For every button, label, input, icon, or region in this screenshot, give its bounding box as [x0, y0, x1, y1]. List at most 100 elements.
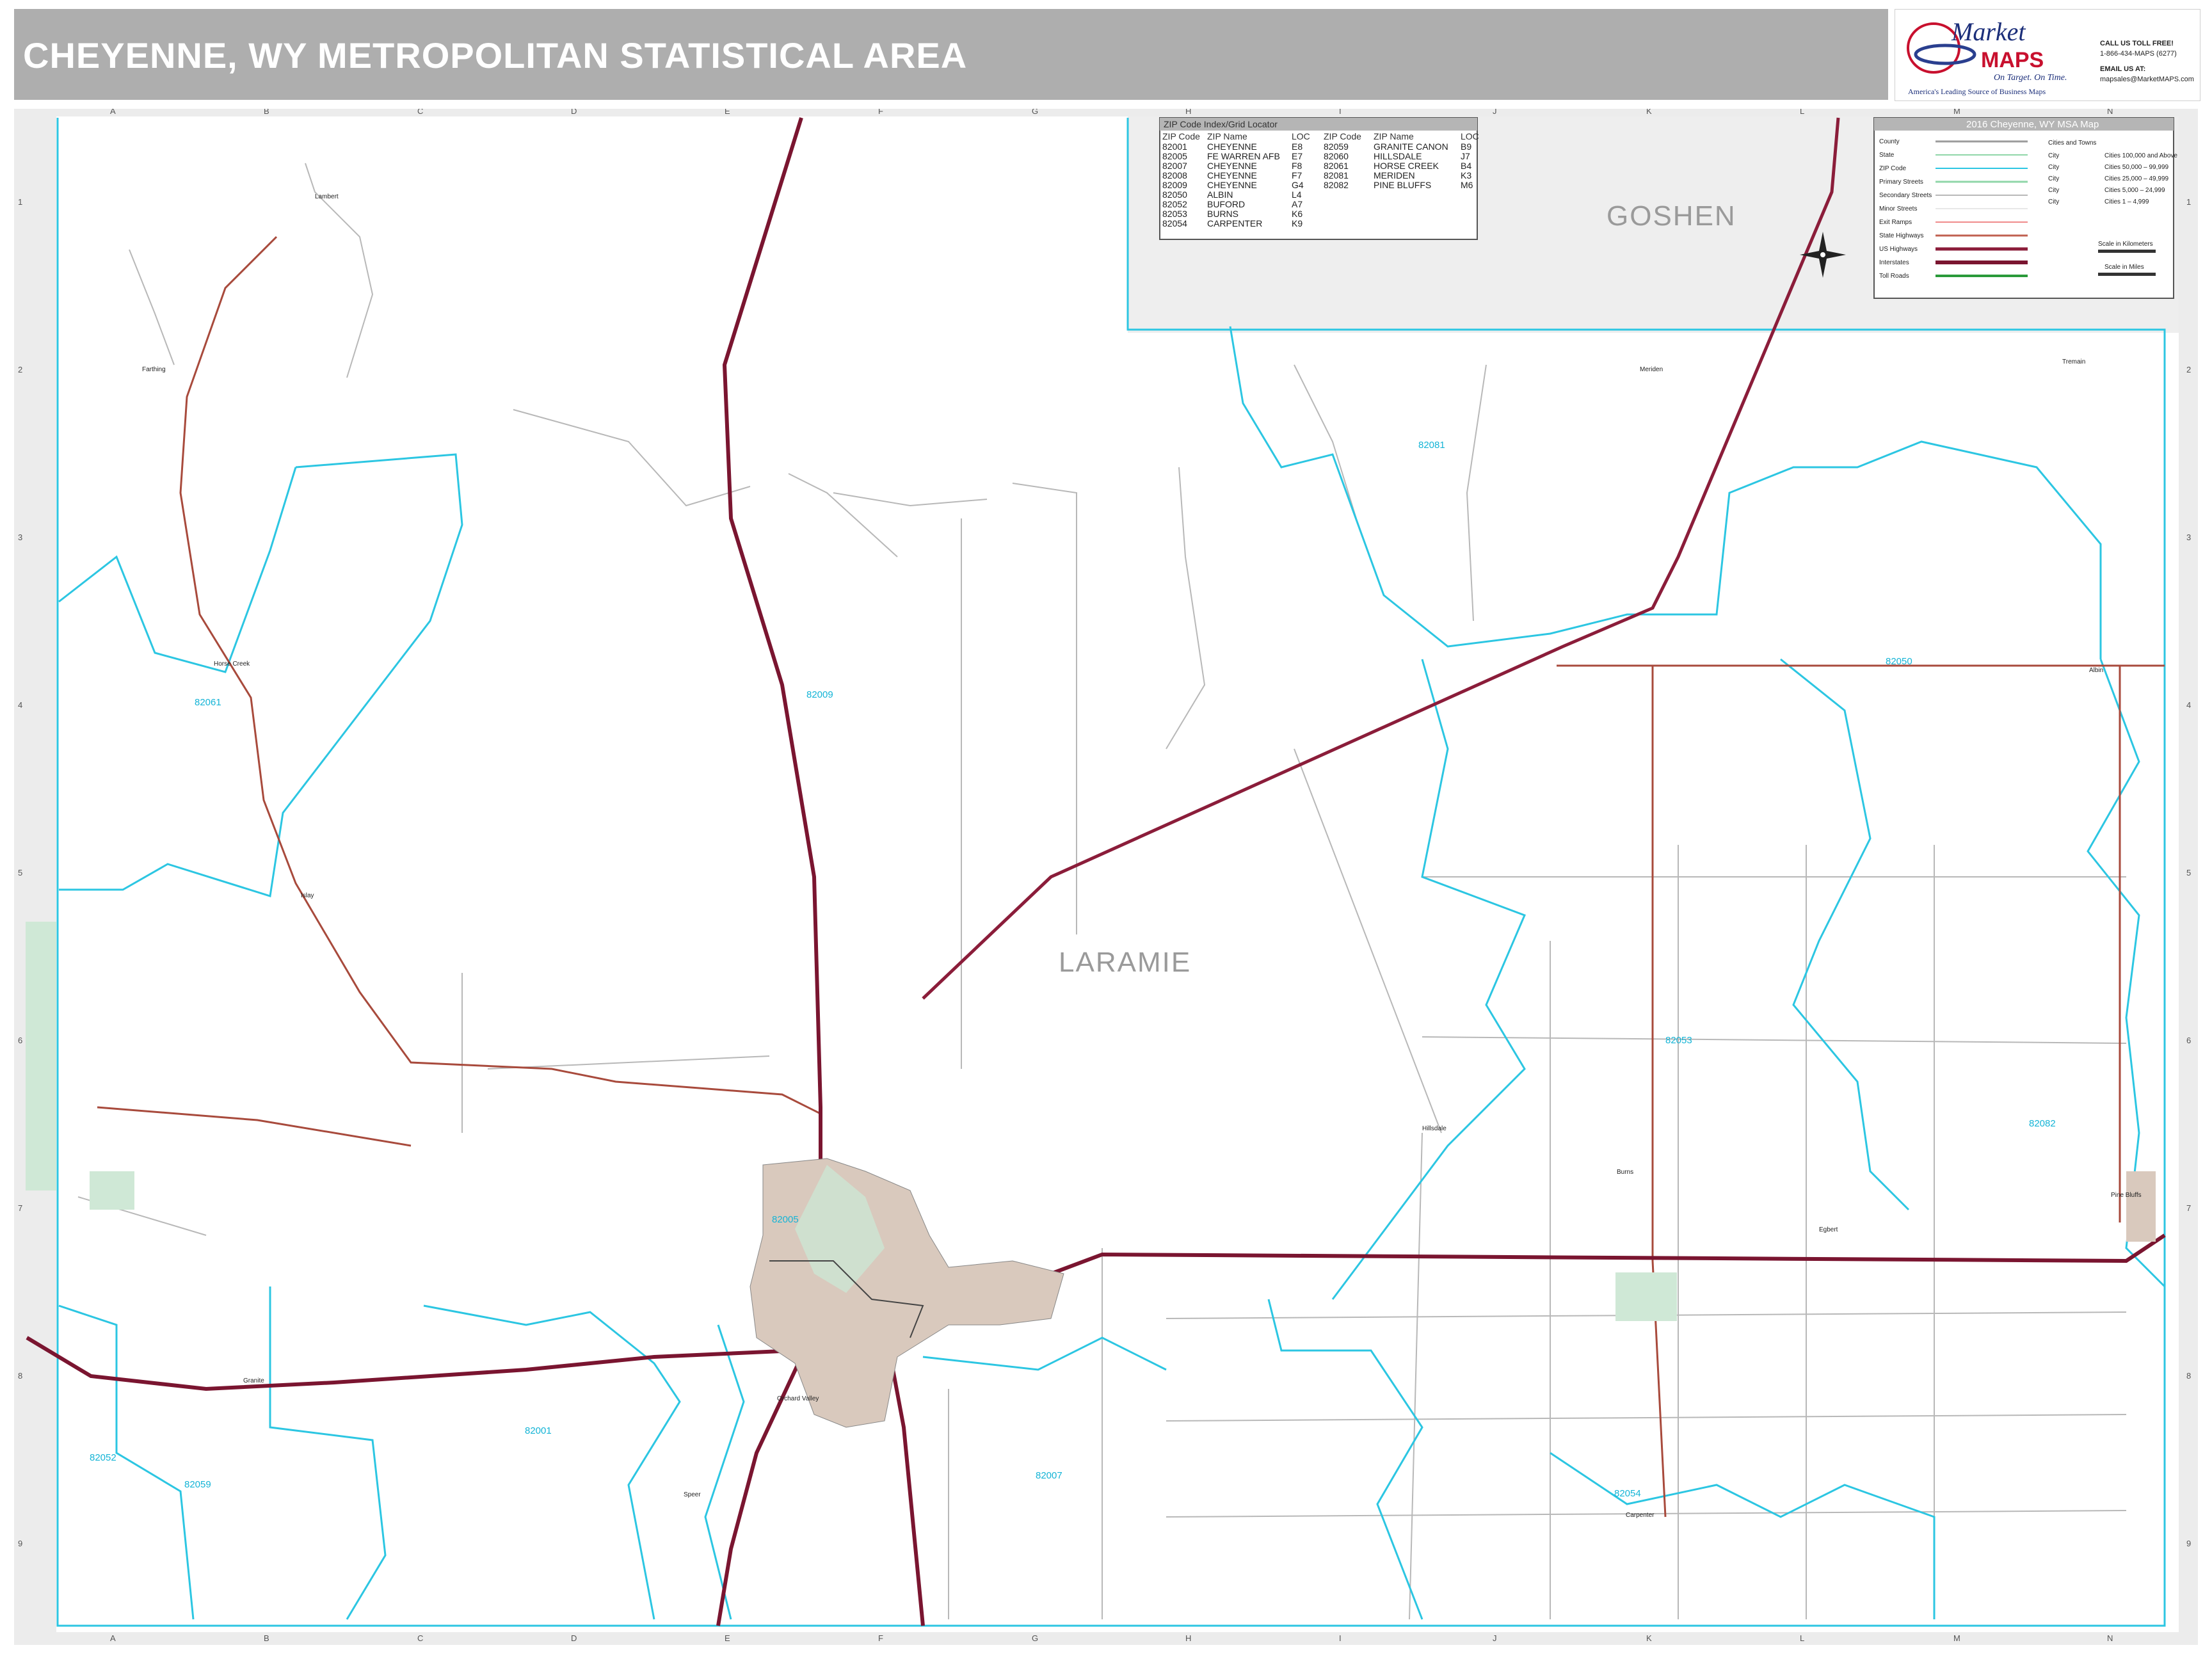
logo-email-label: EMAIL US AT: — [2100, 65, 2145, 73]
zip-index-cell: CHEYENNE — [1207, 180, 1257, 190]
zip-index-cell: L4 — [1292, 189, 1302, 200]
zip-index-cell: MERIDEN — [1374, 170, 1415, 180]
legend-item-label: ZIP Code — [1879, 165, 1906, 172]
legend-item-label: Minor Streets — [1879, 205, 1917, 212]
legend-item-label: Primary Streets — [1879, 179, 1923, 186]
zip-index-cell: BUFORD — [1207, 199, 1245, 209]
legend-item-label: Secondary Streets — [1879, 192, 1932, 199]
legend-city-word: City — [2048, 187, 2059, 194]
zip-index-header: ZIP Name — [1207, 131, 1247, 141]
zip-index-cell: 82009 — [1162, 180, 1187, 190]
map-frame[interactable]: A A B B C C D D E E F F G G H H I I J J K K L L M M N N 1 1 2 2 3 3 4 4 5 5 6… — [14, 109, 2198, 1645]
grid-row-label: 6 — [18, 1036, 22, 1045]
grid-row-label: 1 — [2186, 197, 2191, 207]
grid-column-label: N — [2107, 1633, 2113, 1643]
grid-column-label: M — [1953, 1633, 1960, 1643]
zip-index-cell: 82061 — [1324, 161, 1349, 171]
grid-column-label: J — [1493, 1633, 1497, 1643]
grid-column-label: A — [110, 109, 116, 116]
grid-column-label: G — [1032, 109, 1038, 116]
county-label-laramie: LARAMIE — [1059, 947, 1191, 978]
legend-scale-km: Scale in Kilometers — [2098, 241, 2153, 248]
grid-row-label: 7 — [18, 1203, 22, 1213]
grid-row-label: 5 — [18, 868, 22, 878]
logo-brand-bottom: MAPS — [1981, 48, 2044, 72]
zip-index-cell: M6 — [1461, 180, 1473, 190]
grid-column-label: K — [1646, 109, 1652, 116]
title-bar: CHEYENNE, WY METROPOLITAN STATISTICAL AR… — [14, 9, 1888, 100]
zip-label: 82054 — [1614, 1488, 1641, 1499]
map-legend: 2016 Cheyenne, WY MSA Map County State ZIP… — [1873, 117, 2177, 299]
legend-item-label: Toll Roads — [1879, 273, 1909, 280]
zip-label: 82007 — [1036, 1470, 1062, 1481]
grid-column-label: C — [417, 1633, 423, 1643]
legend-scale-mi: Scale in Miles — [2104, 264, 2144, 271]
town-label: Hillsdale — [1422, 1125, 1447, 1132]
town-label: Speer — [684, 1491, 701, 1498]
grid-row-label: 3 — [18, 533, 22, 542]
legend-city-class: Cities 5,000 – 24,999 — [2104, 187, 2165, 194]
logo-email: mapsales@MarketMAPS.com — [2100, 76, 2194, 83]
grid-row-label: 8 — [2186, 1371, 2191, 1381]
legend-item-label: US Highways — [1879, 246, 1918, 253]
grid-column-label: E — [725, 109, 730, 116]
zip-label: 82059 — [184, 1479, 211, 1490]
zip-index-cell: HORSE CREEK — [1374, 161, 1439, 171]
laramie-county-area — [56, 116, 2166, 1626]
town-label: Egbert — [1819, 1226, 1838, 1233]
logo-graphic: Market MAPS On Target. On Time. America'… — [1907, 17, 2194, 96]
zip-index-cell: 82060 — [1324, 151, 1349, 161]
zip-index-cell: 82054 — [1162, 218, 1187, 228]
grid-column-label: E — [725, 1633, 730, 1643]
zip-index-cell: G4 — [1292, 180, 1304, 190]
zip-index-cell: 82001 — [1162, 141, 1187, 152]
legend-city-class: Cities 50,000 – 99,999 — [2104, 164, 2169, 171]
town-label: Horse Creek — [214, 661, 250, 668]
town-label: Granite — [243, 1377, 264, 1384]
logo-brand-top: Market — [1951, 17, 2026, 46]
town-label: Tremain — [2062, 358, 2085, 365]
logo-slogan: America's Leading Source of Business Map… — [1908, 87, 2046, 96]
zip-label: 82009 — [806, 689, 833, 700]
zip-index-cell: B4 — [1461, 161, 1471, 171]
grid-row-label: 9 — [18, 1539, 22, 1548]
zip-index-cell: B9 — [1461, 141, 1471, 152]
grid-column-label: B — [264, 1633, 269, 1643]
zip-index-cell: 82052 — [1162, 199, 1187, 209]
legend-city-word: City — [2048, 198, 2059, 205]
grid-column-label: C — [417, 109, 423, 116]
zip-index-cell: K3 — [1461, 170, 1471, 180]
zip-index-cell: K9 — [1292, 218, 1302, 228]
zip-index-cell: GRANITE CANON — [1374, 141, 1448, 152]
zip-label: 82053 — [1665, 1035, 1692, 1046]
zip-index-cell: J7 — [1461, 151, 1470, 161]
legend-item-label: State Highways — [1879, 232, 1923, 239]
map-canvas[interactable]: A A B B C C D D E E F F G G H H I I J J K K L L M M N N 1 1 2 2 3 3 4 4 5 5 6… — [14, 109, 2198, 1645]
town-label: Orchard Valley — [777, 1395, 819, 1402]
legend-item-label: Interstates — [1879, 259, 1909, 266]
zip-index-cell: 82081 — [1324, 170, 1349, 180]
grid-column-label: J — [1493, 109, 1497, 116]
park-area — [26, 922, 56, 1190]
town-label: Lambert — [315, 193, 339, 200]
zip-index-cell: A7 — [1292, 199, 1302, 209]
zip-index-header: LOC — [1461, 131, 1479, 141]
grid-column-label: M — [1953, 109, 1960, 116]
town-label: Farthing — [142, 366, 166, 373]
grid-column-label: I — [1339, 109, 1342, 116]
grid-row-label: 9 — [2186, 1539, 2191, 1548]
zip-index-header: LOC — [1292, 131, 1310, 141]
zip-index-header: ZIP Code — [1162, 131, 1200, 141]
town-label: Meriden — [1640, 366, 1663, 373]
town-label: Carpenter — [1626, 1512, 1655, 1519]
logo-swoosh-icon — [1914, 44, 1976, 65]
town-label: Islay — [301, 892, 314, 899]
county-label-goshen: GOSHEN — [1607, 200, 1736, 232]
grid-column-label: G — [1032, 1633, 1038, 1643]
grid-column-label: F — [878, 1633, 883, 1643]
zip-index-cell: F8 — [1292, 161, 1302, 171]
grid-row-label: 4 — [18, 700, 22, 710]
grid-column-label: K — [1646, 1633, 1652, 1643]
zip-index-cell: E8 — [1292, 141, 1302, 152]
zip-index-cell: CARPENTER — [1207, 218, 1262, 228]
